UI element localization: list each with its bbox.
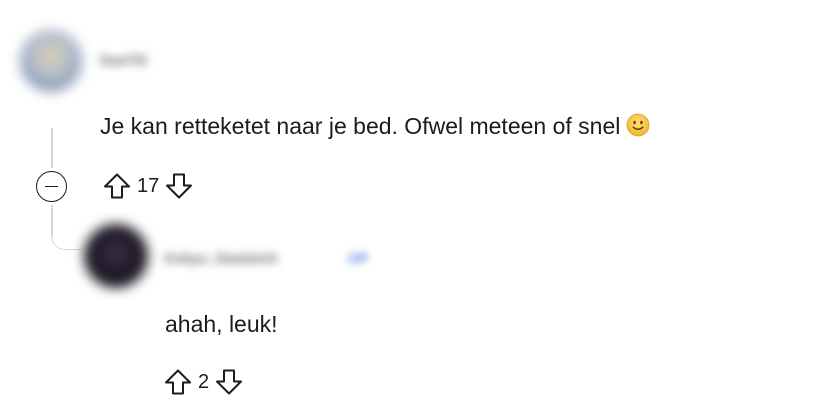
downvote-arrow-icon [166, 173, 193, 199]
thread-line [51, 128, 53, 168]
vote-bar: 2 [162, 366, 245, 398]
smiling-face-icon [626, 113, 650, 137]
downvote-arrow-icon [216, 369, 243, 395]
username[interactable]: Kokyu_Damieich [165, 250, 278, 266]
downvote-button[interactable] [163, 170, 195, 202]
comment-body: Je kan retteketet naar je bed. Ofwel met… [100, 112, 650, 140]
collapse-thread-button[interactable] [36, 171, 67, 202]
comment-text: Je kan retteketet naar je bed. Ofwel met… [100, 113, 621, 139]
upvote-button[interactable] [162, 366, 194, 398]
upvote-arrow-icon [104, 173, 130, 199]
op-badge: OP [348, 250, 369, 266]
minus-circle-icon [45, 185, 58, 188]
comment-body: ahah, leuk! [165, 310, 278, 338]
username[interactable]: DaviTE [100, 52, 147, 68]
avatar[interactable] [20, 30, 82, 92]
upvote-arrow-icon [165, 369, 191, 395]
avatar[interactable] [84, 224, 148, 288]
comment-thread: DaviTE Je kan retteketet naar je bed. Of… [0, 0, 820, 412]
reply-connector-line [51, 215, 81, 250]
downvote-button[interactable] [213, 366, 245, 398]
vote-bar: 17 [101, 170, 195, 202]
upvote-button[interactable] [101, 170, 133, 202]
vote-score: 2 [198, 371, 210, 393]
vote-score: 17 [137, 175, 160, 197]
comment-text: ahah, leuk! [165, 311, 278, 337]
